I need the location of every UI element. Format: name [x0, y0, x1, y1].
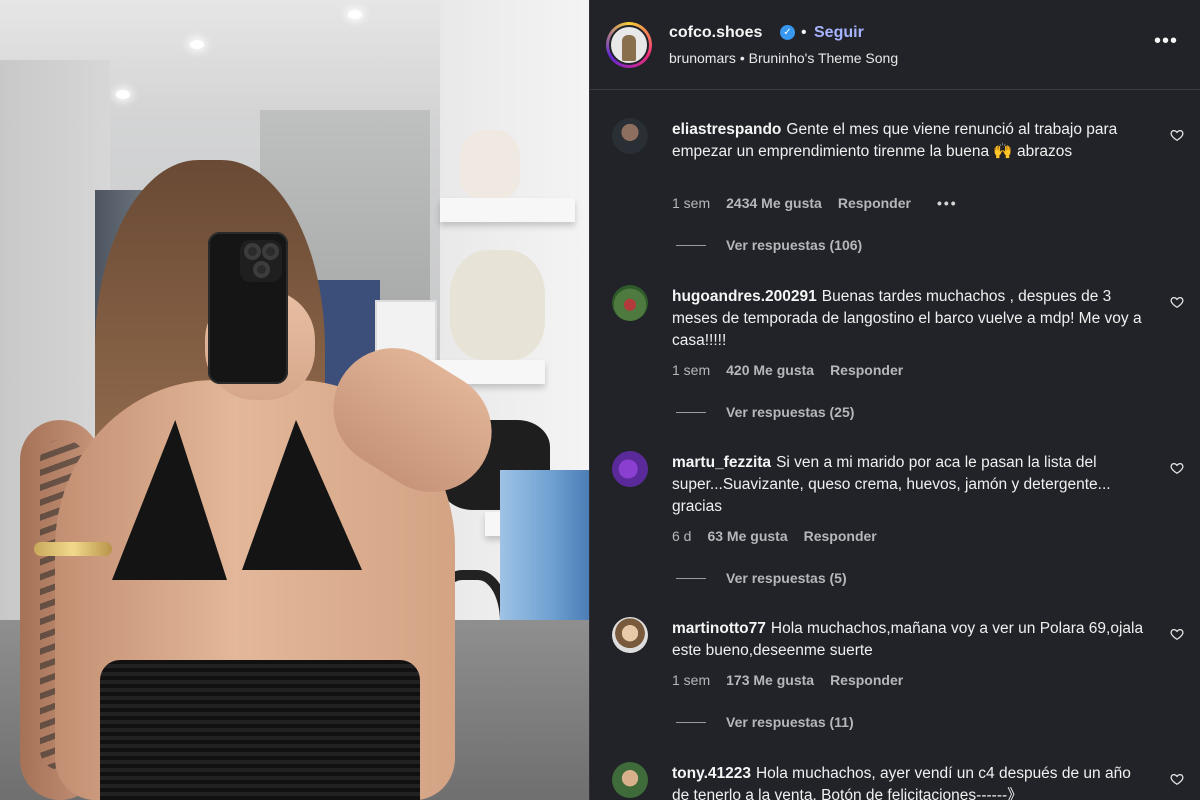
photo-phone-lens — [262, 243, 279, 260]
commenter-avatar[interactable] — [612, 118, 648, 154]
photo-ceiling-light — [348, 10, 362, 19]
heart-outline-icon[interactable] — [1170, 295, 1184, 309]
replies-line — [676, 577, 706, 579]
commenter-avatar[interactable] — [612, 451, 648, 487]
view-replies-label[interactable]: Ver respuestas (25) — [726, 404, 854, 420]
photo-ceiling-light — [190, 40, 204, 49]
heart-outline-icon[interactable] — [1170, 627, 1184, 641]
reply-button[interactable]: Responder — [838, 195, 911, 211]
instagram-post-modal: cofco.shoes ✓ • Seguir brunomars • Bruni… — [0, 0, 1200, 800]
replies-line — [676, 244, 706, 246]
view-replies-label[interactable]: Ver respuestas (106) — [726, 237, 862, 253]
reply-button[interactable]: Responder — [804, 528, 877, 544]
comment-body: tony.41223 Hola muchachos, ayer vendí un … — [672, 763, 1152, 800]
comment-body: hugoandres.200291 Buenas tardes muchachos… — [672, 286, 1152, 352]
header-separator: • — [801, 24, 807, 41]
author-avatar[interactable] — [606, 22, 652, 68]
photo-vase — [460, 130, 520, 198]
commenter-avatar[interactable] — [612, 617, 648, 653]
view-replies-label[interactable]: Ver respuestas (11) — [726, 714, 854, 730]
comment-meta: 1 sem 420 Me gusta Responder — [672, 362, 903, 378]
comments-panel: cofco.shoes ✓ • Seguir brunomars • Bruni… — [589, 0, 1200, 800]
audio-separator: • — [739, 50, 745, 66]
replies-line — [676, 721, 706, 723]
view-replies-button[interactable]: Ver respuestas (25) — [676, 404, 854, 420]
comment-body: martu_fezzita Si ven a mi marido por aca … — [672, 452, 1152, 518]
comment-time[interactable]: 1 sem — [672, 672, 710, 688]
comment-likes[interactable]: 420 Me gusta — [726, 362, 814, 378]
comment-likes[interactable]: 173 Me gusta — [726, 672, 814, 688]
comment-options-icon[interactable]: ••• — [937, 195, 958, 211]
commenter-username[interactable]: hugoandres.200291 — [672, 288, 817, 305]
comment-body: eliastrespando Gente el mes que viene ren… — [672, 119, 1152, 163]
comment-likes[interactable]: 2434 Me gusta — [726, 195, 822, 211]
audio-title[interactable]: Bruninho's Theme Song — [749, 50, 899, 66]
heart-outline-icon[interactable] — [1170, 128, 1184, 142]
view-replies-button[interactable]: Ver respuestas (5) — [676, 570, 847, 586]
commenter-username[interactable]: martu_fezzita — [672, 454, 771, 471]
photo-white-bag — [450, 250, 545, 360]
comment-body: martinotto77 Hola muchachos,mañana voy a … — [672, 618, 1152, 662]
commenter-avatar[interactable] — [612, 762, 648, 798]
photo-person-skirt — [100, 660, 420, 800]
view-replies-button[interactable]: Ver respuestas (106) — [676, 237, 862, 253]
more-options-icon[interactable]: ••• — [1154, 30, 1178, 53]
post-header: cofco.shoes ✓ • Seguir brunomars • Bruni… — [590, 0, 1200, 90]
photo-phone-lens — [244, 243, 261, 260]
comment-meta: 6 d 63 Me gusta Responder — [672, 528, 877, 544]
heart-outline-icon[interactable] — [1170, 461, 1184, 475]
photo-shelf — [440, 198, 575, 222]
replies-line — [676, 411, 706, 413]
verified-badge-icon: ✓ — [780, 25, 795, 40]
commenter-username[interactable]: eliastrespando — [672, 121, 781, 138]
audio-artist[interactable]: brunomars — [669, 50, 736, 66]
commenter-username[interactable]: martinotto77 — [672, 620, 766, 637]
comment-time[interactable]: 1 sem — [672, 362, 710, 378]
comment-meta: 1 sem 173 Me gusta Responder — [672, 672, 903, 688]
photo-ceiling-light — [116, 90, 130, 99]
follow-button[interactable]: Seguir — [814, 24, 864, 42]
post-photo[interactable] — [0, 0, 589, 800]
heart-outline-icon[interactable] — [1170, 772, 1184, 786]
photo-person-bracelet — [34, 542, 112, 556]
comment-time[interactable]: 6 d — [672, 528, 691, 544]
view-replies-label[interactable]: Ver respuestas (5) — [726, 570, 847, 586]
comment-likes[interactable]: 63 Me gusta — [707, 528, 787, 544]
commenter-avatar[interactable] — [612, 285, 648, 321]
comment-time[interactable]: 1 sem — [672, 195, 710, 211]
reply-button[interactable]: Responder — [830, 362, 903, 378]
author-avatar-image — [609, 25, 649, 65]
reply-button[interactable]: Responder — [830, 672, 903, 688]
comment-meta: 1 sem 2434 Me gusta Responder ••• — [672, 195, 958, 211]
view-replies-button[interactable]: Ver respuestas (11) — [676, 714, 854, 730]
author-username[interactable]: cofco.shoes — [669, 24, 762, 42]
commenter-username[interactable]: tony.41223 — [672, 765, 751, 782]
audio-info[interactable]: brunomars • Bruninho's Theme Song — [669, 50, 898, 66]
photo-phone-lens — [253, 261, 270, 278]
